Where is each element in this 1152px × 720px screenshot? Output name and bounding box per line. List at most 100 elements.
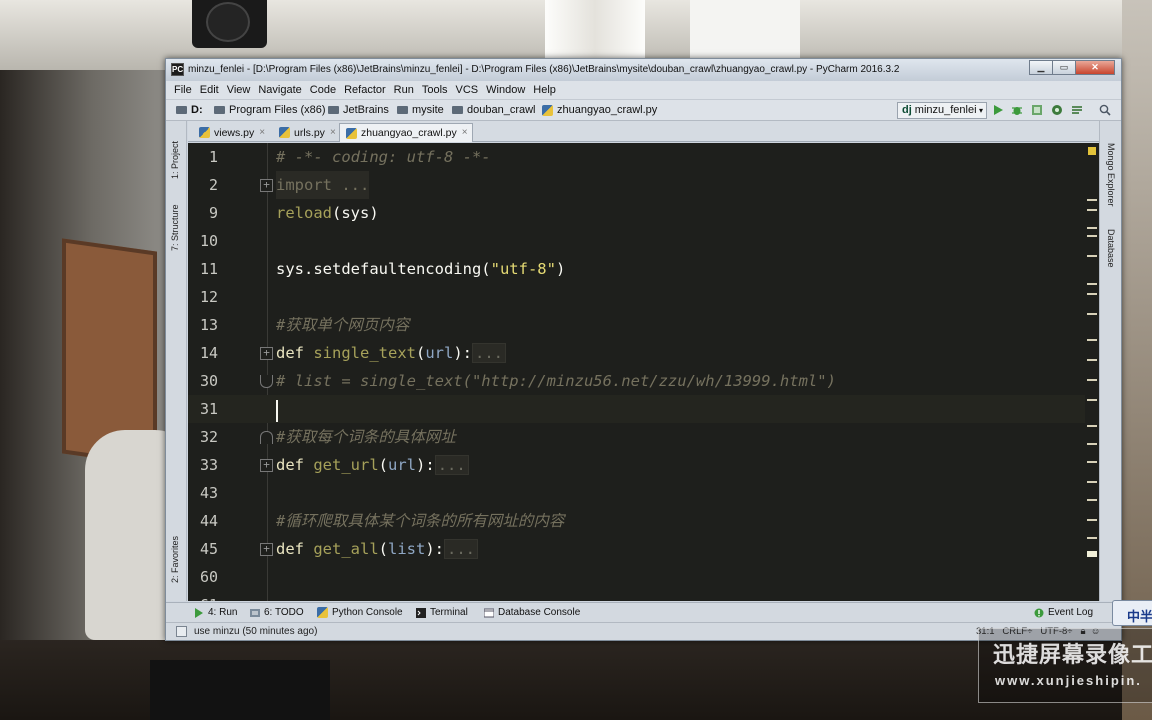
code-line-current[interactable]: 31 xyxy=(188,395,1099,423)
code-line[interactable]: 45 + def get_all(list):... xyxy=(188,535,1099,563)
stripe-mark[interactable] xyxy=(1087,199,1097,201)
stripe-mark[interactable] xyxy=(1087,283,1097,285)
pycharm-window: PC minzu_fenlei - [D:\Program Files (x86… xyxy=(165,58,1122,641)
stripe-mark[interactable] xyxy=(1087,499,1097,501)
stripe-mark[interactable] xyxy=(1087,461,1097,463)
error-stripe[interactable] xyxy=(1085,143,1099,601)
close-button[interactable]: ✕ xyxy=(1075,60,1115,75)
code-line[interactable]: 10 xyxy=(188,227,1099,255)
code-line[interactable]: 61 xyxy=(188,591,1099,601)
stripe-mark[interactable] xyxy=(1087,481,1097,483)
stripe-mark[interactable] xyxy=(1087,339,1097,341)
run-tasks-icon[interactable] xyxy=(1071,104,1083,116)
tool-database-console[interactable]: Database Console xyxy=(484,607,580,618)
stripe-mark[interactable] xyxy=(1087,379,1097,381)
menu-vcs[interactable]: VCS xyxy=(456,81,479,99)
close-icon[interactable]: × xyxy=(259,124,265,142)
tool-python-console[interactable]: Python Console xyxy=(317,607,403,618)
python-file-icon xyxy=(542,104,553,116)
code-line[interactable]: 13 #获取单个网页内容 xyxy=(188,311,1099,339)
fold-end-marker xyxy=(260,375,273,388)
tool-windows-toggle-icon[interactable] xyxy=(176,626,187,637)
tab-views-py[interactable]: views.py × xyxy=(192,123,270,142)
stripe-mark[interactable] xyxy=(1087,359,1097,361)
search-everywhere-icon[interactable] xyxy=(1099,104,1111,116)
breadcrumb-jetbrains[interactable]: JetBrains xyxy=(328,104,389,116)
tool-run[interactable]: 4: Run xyxy=(194,607,237,618)
close-icon[interactable]: × xyxy=(330,124,336,142)
stripe-mark[interactable] xyxy=(1087,255,1097,257)
breadcrumb-program-files[interactable]: Program Files (x86) xyxy=(214,104,326,116)
inspection-status-icon[interactable] xyxy=(1088,147,1096,155)
code-line[interactable]: 14 + def single_text(url):... xyxy=(188,339,1099,367)
run-icon[interactable] xyxy=(992,104,1004,116)
run-with-coverage-icon[interactable] xyxy=(1031,104,1043,116)
code-line[interactable]: 32 #获取每个词条的具体网址 xyxy=(188,423,1099,451)
tool-terminal[interactable]: Terminal xyxy=(416,607,468,618)
code-line[interactable]: 12 xyxy=(188,283,1099,311)
code-line[interactable]: 9 reload(sys) xyxy=(188,199,1099,227)
fold-start-marker[interactable] xyxy=(260,431,273,444)
breadcrumb-douban-crawl[interactable]: douban_crawl xyxy=(452,104,536,116)
tab-mongo-explorer[interactable]: Mongo Explorer xyxy=(1106,143,1116,207)
ime-indicator[interactable]: 中半 xyxy=(1112,600,1152,626)
stripe-mark[interactable] xyxy=(1087,293,1097,295)
window-title: minzu_fenlei - [D:\Program Files (x86)\J… xyxy=(188,64,900,75)
tool-todo[interactable]: 6: TODO xyxy=(250,607,304,618)
close-icon[interactable]: × xyxy=(462,124,468,142)
maximize-button[interactable]: ▭ xyxy=(1052,60,1076,75)
terminal-icon xyxy=(416,607,426,618)
tab-favorites[interactable]: 2: Favorites xyxy=(170,536,180,583)
stripe-mark[interactable] xyxy=(1087,313,1097,315)
tab-project[interactable]: 1: Project xyxy=(170,141,180,179)
menu-help[interactable]: Help xyxy=(533,81,556,99)
stripe-mark[interactable] xyxy=(1087,537,1097,539)
profile-icon[interactable] xyxy=(1051,104,1063,116)
breadcrumb-file[interactable]: zhuangyao_crawl.py xyxy=(542,104,657,116)
left-tool-strip: 1: Project 7: Structure 2: Favorites xyxy=(166,121,187,601)
code-line[interactable]: 1 # -*- coding: utf-8 -*- xyxy=(188,143,1099,171)
menu-edit[interactable]: Edit xyxy=(200,81,219,99)
tab-zhuangyao-crawl-py[interactable]: zhuangyao_crawl.py × xyxy=(339,123,473,142)
menu-run[interactable]: Run xyxy=(394,81,414,99)
code-line[interactable]: 11 sys.setdefaultencoding("utf-8") xyxy=(188,255,1099,283)
fold-expand-icon[interactable]: + xyxy=(260,179,273,192)
stripe-mark[interactable] xyxy=(1087,399,1097,401)
title-bar[interactable]: PC minzu_fenlei - [D:\Program Files (x86… xyxy=(166,59,1121,81)
fold-expand-icon[interactable]: + xyxy=(260,347,273,360)
stripe-mark[interactable] xyxy=(1087,227,1097,229)
debug-icon[interactable] xyxy=(1011,104,1023,116)
menu-view[interactable]: View xyxy=(227,81,251,99)
code-line[interactable]: 43 xyxy=(188,479,1099,507)
menu-code[interactable]: Code xyxy=(310,81,336,99)
menu-window[interactable]: Window xyxy=(486,81,525,99)
menu-navigate[interactable]: Navigate xyxy=(258,81,301,99)
tab-structure[interactable]: 7: Structure xyxy=(170,204,180,251)
code-line[interactable]: 33 + def get_url(url):... xyxy=(188,451,1099,479)
fold-expand-icon[interactable]: + xyxy=(260,459,273,472)
tool-event-log[interactable]: Event Log xyxy=(1034,607,1093,618)
watermark-title: 迅捷屏幕录像工 xyxy=(993,642,1152,667)
code-line[interactable]: 44 #循环爬取具体某个词条的所有网址的内容 xyxy=(188,507,1099,535)
stripe-mark[interactable] xyxy=(1087,519,1097,521)
tab-urls-py[interactable]: urls.py × xyxy=(272,123,341,142)
breadcrumb-mysite[interactable]: mysite xyxy=(397,104,444,116)
tab-database[interactable]: Database xyxy=(1106,229,1116,268)
menu-refactor[interactable]: Refactor xyxy=(344,81,386,99)
python-file-icon xyxy=(279,127,290,138)
stripe-mark[interactable] xyxy=(1087,425,1097,427)
stripe-mark[interactable] xyxy=(1087,235,1097,237)
run-configuration-select[interactable]: dj minzu_fenlei ▾ xyxy=(897,102,987,119)
stripe-mark-current[interactable] xyxy=(1087,551,1097,557)
minimize-button[interactable]: ▁ xyxy=(1029,60,1053,75)
stripe-mark[interactable] xyxy=(1087,209,1097,211)
breadcrumb-drive[interactable]: D: xyxy=(176,104,203,116)
menu-tools[interactable]: Tools xyxy=(422,81,448,99)
code-line[interactable]: 30 # list = single_text("http://minzu56.… xyxy=(188,367,1099,395)
code-line[interactable]: 2 + import ... xyxy=(188,171,1099,199)
code-line[interactable]: 60 xyxy=(188,563,1099,591)
fold-expand-icon[interactable]: + xyxy=(260,543,273,556)
stripe-mark[interactable] xyxy=(1087,443,1097,445)
code-editor[interactable]: 1 # -*- coding: utf-8 -*- 2 + import ...… xyxy=(188,143,1099,601)
menu-file[interactable]: File xyxy=(174,81,192,99)
